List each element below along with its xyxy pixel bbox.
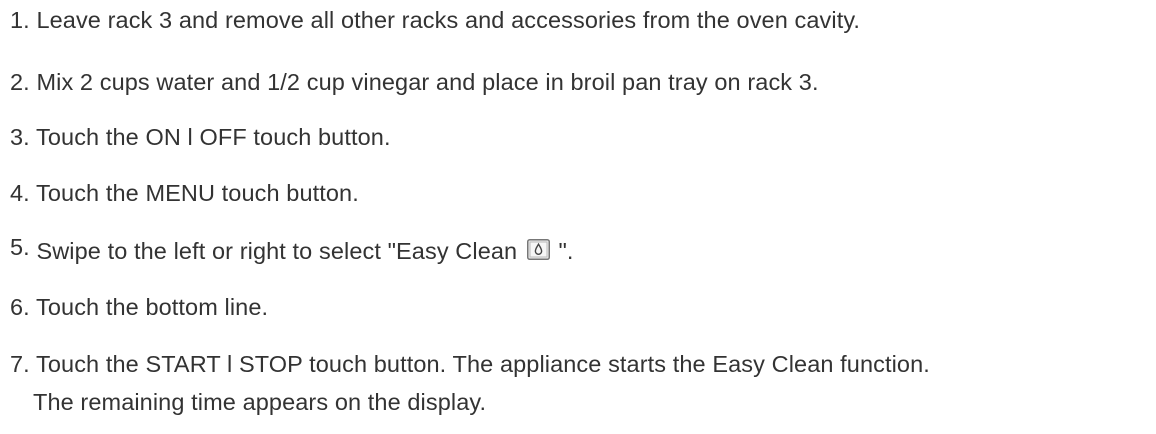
step-text-after-icon: ". (551, 238, 574, 264)
step-4: 4. Touch the MENU touch button. (10, 174, 359, 212)
step-2: 2. Mix 2 cups water and 1/2 cup vinegar … (10, 63, 819, 101)
step-continuation-text: The remaining time appears on the displa… (33, 389, 487, 415)
step-number: 1. (10, 7, 30, 33)
step-number: 6. (10, 294, 30, 320)
step-3: 3. Touch the ON l OFF touch button. (10, 118, 391, 156)
step-text: Touch the ON l OFF touch button. (29, 124, 391, 150)
step-text-before-icon: Swipe to the left or right to select "Ea… (29, 238, 524, 264)
step-6: 6. Touch the bottom line. (10, 288, 268, 326)
step-number: 2. (10, 69, 30, 95)
step-5: 5. Swipe to the left or right to select … (10, 232, 574, 270)
step-number: 7. (10, 351, 30, 377)
step-number: 3. (10, 124, 30, 150)
step-1: 1. Leave rack 3 and remove all other rac… (10, 1, 860, 39)
step-text: Leave rack 3 and remove all other racks … (29, 7, 861, 33)
easy-clean-drop-icon (526, 239, 550, 261)
step-number: 4. (10, 180, 30, 206)
step-7: 7. Touch the START l STOP touch button. … (10, 345, 930, 421)
step-text: Mix 2 cups water and 1/2 cup vinegar and… (29, 69, 819, 95)
step-text: Touch the bottom line. (29, 294, 269, 320)
step-number: 5. (10, 234, 30, 260)
step-text: Touch the START l STOP touch button. The… (29, 351, 930, 377)
instruction-steps: 1. Leave rack 3 and remove all other rac… (0, 0, 1156, 434)
step-text: Touch the MENU touch button. (29, 180, 359, 206)
